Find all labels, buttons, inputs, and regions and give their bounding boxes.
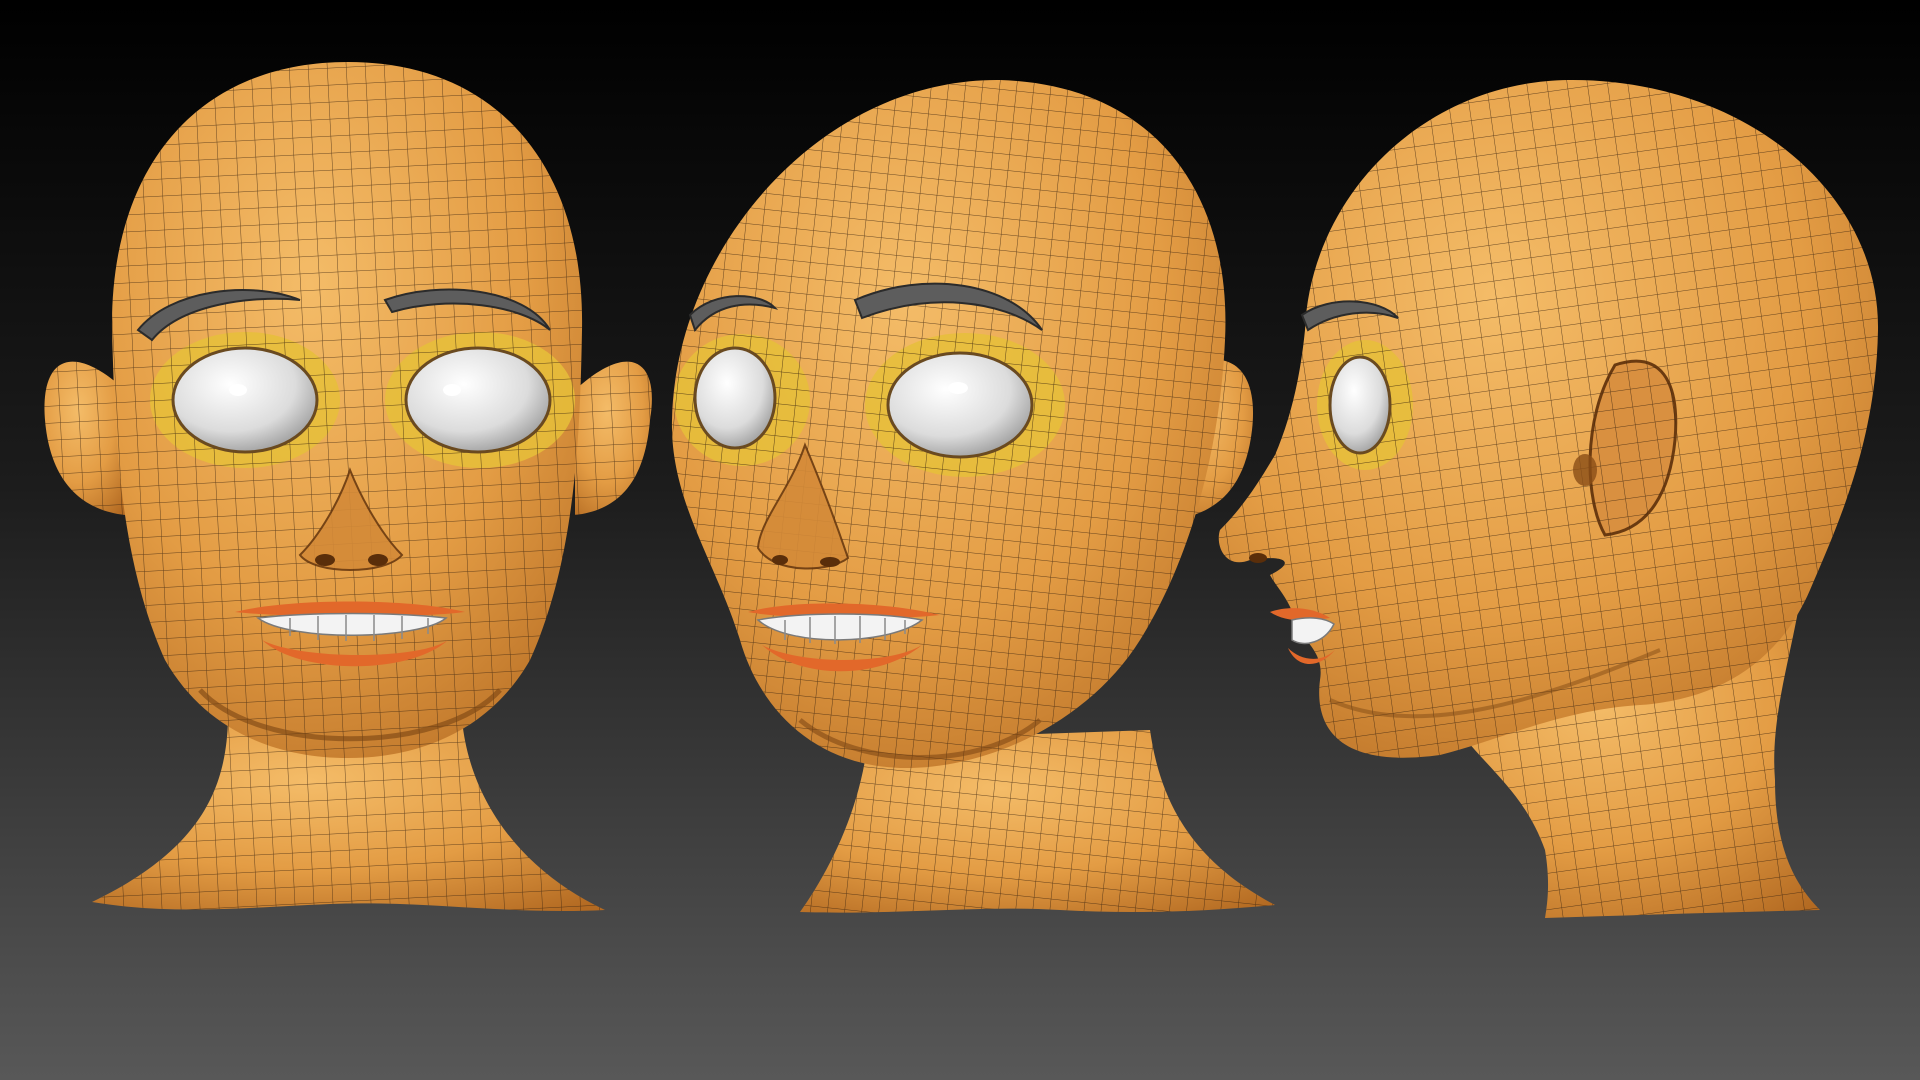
eye-left — [171, 346, 319, 454]
eye-left — [693, 346, 777, 450]
viewport-canvas — [0, 0, 1920, 1080]
eye — [1328, 355, 1392, 455]
eye-right — [886, 351, 1034, 459]
eye-right — [404, 346, 552, 454]
